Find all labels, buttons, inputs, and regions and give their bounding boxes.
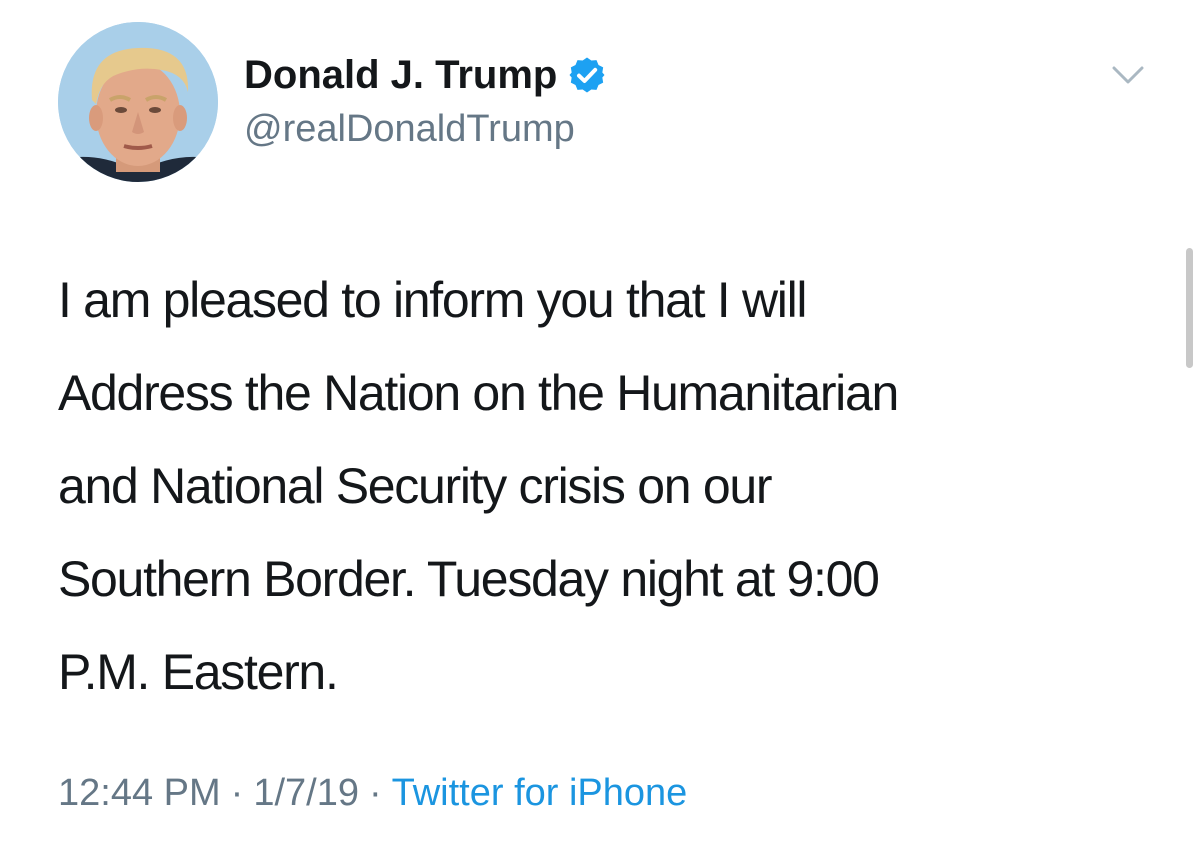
avatar-image xyxy=(58,22,218,182)
author-name-row: Donald J. Trump xyxy=(244,50,607,100)
tweet-text: I am pleased to inform you that I will A… xyxy=(58,254,1158,719)
tweet-text-line: and National Security crisis on our xyxy=(58,458,773,514)
meta-separator: · xyxy=(230,772,244,814)
meta-separator: · xyxy=(368,772,382,814)
tweet-text-line: Address the Nation on the Humanitarian xyxy=(58,365,899,421)
scrollbar-thumb[interactable] xyxy=(1186,248,1193,368)
tweet-meta: 12:44 PM · 1/7/19 · Twitter for iPhone xyxy=(58,772,687,815)
verified-badge-icon xyxy=(567,55,607,95)
tweet-date: 1/7/19 xyxy=(253,772,359,814)
tweet-time: 12:44 PM xyxy=(58,772,221,814)
chevron-down-icon[interactable] xyxy=(1110,62,1146,90)
tweet-text-line: Southern Border. Tuesday night at 9:00 xyxy=(58,551,880,607)
tweet-card: Donald J. Trump @realDonaldTrump I am pl… xyxy=(0,0,1200,861)
tweet-source-link[interactable]: Twitter for iPhone xyxy=(392,772,688,814)
tweet-text-line: I am pleased to inform you that I will xyxy=(58,272,807,328)
display-name[interactable]: Donald J. Trump xyxy=(244,53,557,98)
tweet-text-line: P.M. Eastern. xyxy=(58,644,339,700)
avatar[interactable] xyxy=(58,22,218,182)
author-handle[interactable]: @realDonaldTrump xyxy=(244,108,575,151)
